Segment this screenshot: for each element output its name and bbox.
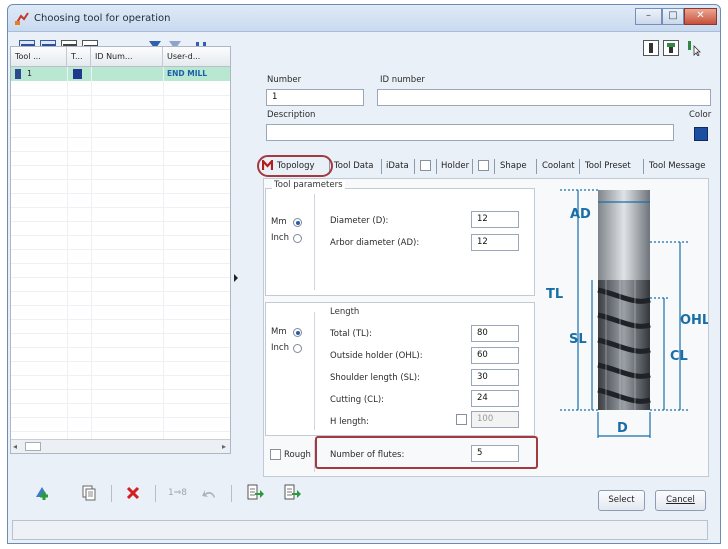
- tab-shape[interactable]: Shape: [500, 157, 527, 175]
- outside-holder-field[interactable]: 60: [471, 347, 519, 364]
- delete-tool-icon[interactable]: [126, 486, 140, 500]
- d-label: D: [617, 421, 628, 436]
- cutting-length-field[interactable]: 24: [471, 390, 519, 407]
- scroll-right-icon[interactable]: ▸: [222, 442, 226, 451]
- horizontal-scrollbar[interactable]: ◂ ▸: [11, 439, 230, 453]
- tool-number-cell: 1: [27, 69, 33, 78]
- maximize-button[interactable]: □: [662, 8, 684, 25]
- tool-shank-shape: [598, 190, 650, 280]
- tool-view-icon[interactable]: [643, 40, 659, 56]
- rough-label: Rough: [284, 450, 311, 460]
- tab-tool-message[interactable]: Tool Message: [649, 157, 705, 175]
- unit-mm-label: Mm: [271, 217, 287, 227]
- unit-mm-radio[interactable]: [293, 218, 302, 227]
- number-label: Number: [267, 75, 302, 85]
- status-bar: [12, 520, 708, 540]
- idata-checkbox[interactable]: [420, 160, 431, 171]
- export-icon[interactable]: [246, 484, 264, 502]
- tool-dimension-diagram: AD TL SL OHL CL D: [546, 189, 708, 438]
- cutting-length-label: Cutting (CL):: [330, 395, 385, 405]
- row-marker-icon: [15, 69, 21, 79]
- length-title: Length: [328, 307, 362, 317]
- table-row[interactable]: 1 END MILL: [11, 67, 230, 81]
- select-button[interactable]: Select: [598, 490, 645, 511]
- h-length-label: H length:: [330, 417, 370, 427]
- column-type[interactable]: T...: [67, 47, 91, 67]
- app-icon: [15, 12, 29, 25]
- flutes-highlight: [315, 436, 538, 469]
- tab-tool-data[interactable]: Tool Data: [334, 157, 374, 175]
- arbor-diameter-label: Arbor diameter (AD):: [330, 238, 420, 248]
- description-label: Description: [267, 110, 316, 120]
- undo-icon[interactable]: [201, 486, 217, 502]
- total-length-label: Total (TL):: [330, 329, 372, 339]
- arbor-diameter-field[interactable]: 12: [471, 234, 519, 251]
- total-length-field[interactable]: 80: [471, 325, 519, 342]
- tab-coolant[interactable]: Coolant: [542, 157, 575, 175]
- minimize-button[interactable]: –: [635, 8, 662, 25]
- holder-checkbox[interactable]: [478, 160, 489, 171]
- tl-label: TL: [546, 287, 563, 302]
- column-tool[interactable]: Tool ...: [11, 47, 67, 67]
- ohl-label: OHL: [680, 313, 708, 328]
- tab-holder[interactable]: Holder: [441, 157, 469, 175]
- pointer-tool-icon[interactable]: [686, 40, 702, 56]
- length-unit-inch-label: Inch: [271, 343, 289, 353]
- shoulder-length-field[interactable]: 30: [471, 369, 519, 386]
- column-id-number[interactable]: ID Num...: [91, 47, 163, 67]
- unit-inch-radio[interactable]: [293, 234, 302, 243]
- scroll-left-icon[interactable]: ◂: [13, 442, 17, 451]
- collapse-arrow-icon[interactable]: [233, 274, 239, 282]
- tool-list-header: Tool ... T... ID Num... User-d...: [11, 47, 230, 67]
- rough-checkbox[interactable]: [270, 449, 281, 460]
- tool-parameters-title: Tool parameters: [272, 180, 345, 190]
- description-field[interactable]: [266, 124, 674, 141]
- cl-label: CL: [670, 349, 688, 364]
- topology-tab-highlight: [257, 155, 333, 177]
- add-tool-icon[interactable]: [32, 483, 52, 503]
- length-unit-mm-label: Mm: [271, 327, 287, 337]
- h-length-field[interactable]: 100: [471, 411, 519, 428]
- id-number-field[interactable]: [377, 89, 711, 106]
- window-title: Choosing tool for operation: [34, 13, 171, 24]
- panel-splitter[interactable]: [233, 46, 239, 466]
- close-button[interactable]: ✕: [684, 8, 717, 25]
- color-label: Color: [689, 110, 712, 120]
- cancel-button[interactable]: Cancel: [655, 490, 706, 511]
- scroll-thumb[interactable]: [25, 442, 41, 451]
- length-unit-inch-radio[interactable]: [293, 344, 302, 353]
- outside-holder-label: Outside holder (OHL):: [330, 351, 423, 361]
- tab-idata[interactable]: iData: [386, 157, 409, 175]
- unit-inch-label: Inch: [271, 233, 289, 243]
- tab-tool-preset[interactable]: Tool Preset: [585, 157, 631, 175]
- diameter-label: Diameter (D):: [330, 216, 389, 226]
- length-unit-mm-radio[interactable]: [293, 328, 302, 337]
- diameter-field[interactable]: 12: [471, 211, 519, 228]
- column-user-defined[interactable]: User-d...: [163, 47, 231, 67]
- number-field[interactable]: 1: [266, 89, 364, 106]
- ad-label: AD: [570, 207, 591, 222]
- color-swatch[interactable]: [694, 127, 708, 141]
- divider: [314, 312, 315, 430]
- user-defined-cell: END MILL: [167, 69, 208, 78]
- tool-list: Tool ... T... ID Num... User-d... 1 END …: [10, 46, 231, 454]
- holder-view-icon[interactable]: [663, 40, 679, 56]
- h-length-checkbox[interactable]: [456, 414, 467, 425]
- sl-label: SL: [569, 332, 587, 347]
- title-bar: Choosing tool for operation – □ ✕: [8, 5, 720, 32]
- copy-tool-icon[interactable]: [81, 485, 97, 501]
- divider: [314, 194, 315, 290]
- import-icon[interactable]: [283, 484, 301, 502]
- renumber-button[interactable]: 1⇒8: [168, 488, 187, 498]
- tool-color-cell: [73, 69, 82, 79]
- shoulder-length-label: Shoulder length (SL):: [330, 373, 420, 383]
- id-number-label: ID number: [380, 75, 425, 85]
